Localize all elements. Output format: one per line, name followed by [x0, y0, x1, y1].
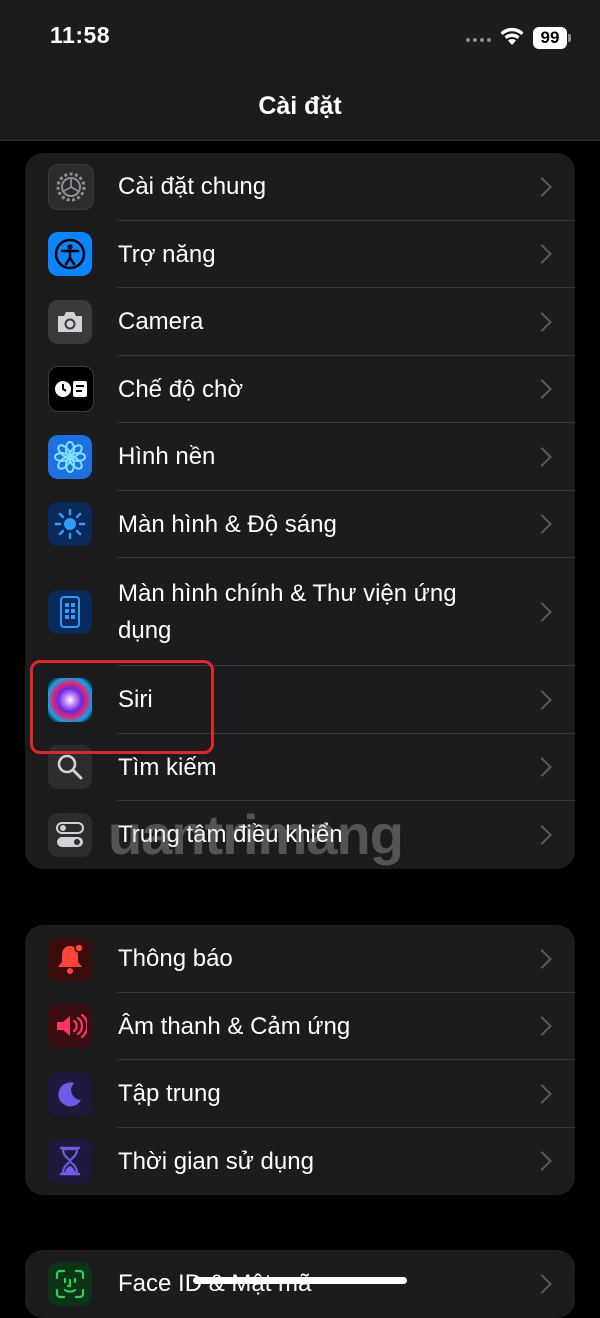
navigation-bar: Cài đặt [0, 80, 600, 141]
accessibility-icon [48, 232, 92, 277]
chevron-right-icon [532, 948, 552, 969]
hourglass-icon [48, 1139, 92, 1184]
settings-row-label: Thông báo [118, 945, 233, 973]
settings-row-label: Màn hình chính & Thư viện ứng dụng [118, 580, 457, 644]
chevron-right-icon [532, 244, 552, 265]
camera-icon [48, 299, 92, 344]
settings-row-label: Thời gian sử dụng [118, 1147, 314, 1175]
chevron-right-icon [532, 1151, 552, 1172]
page-title: Cài đặt [258, 92, 342, 120]
chevron-right-icon [532, 379, 552, 400]
watermark-logo: uantrimang [108, 803, 404, 866]
battery-indicator: 99 [533, 27, 567, 49]
settings-row-accessibility[interactable]: Trợ năng [25, 221, 575, 288]
chevron-right-icon [532, 311, 552, 332]
status-time: 11:58 [50, 22, 111, 48]
settings-group-general: Cài đặt chung Trợ năng Camera Chế độ chờ… [25, 153, 575, 869]
control-center-icon [48, 812, 92, 857]
settings-row-display-brightness[interactable]: Màn hình & Độ sáng [25, 491, 575, 558]
battery-cap [568, 34, 571, 42]
cellular-signal-icon [466, 38, 492, 44]
chevron-right-icon [532, 1016, 552, 1037]
chevron-right-icon [532, 1083, 552, 1104]
bell-icon [48, 936, 92, 981]
settings-row-general[interactable]: Cài đặt chung [25, 153, 575, 221]
settings-row-notifications[interactable]: Thông báo [25, 925, 575, 993]
settings-row-label: Cài đặt chung [118, 173, 267, 201]
chevron-right-icon [532, 1273, 552, 1294]
settings-row-standby[interactable]: Chế độ chờ [25, 356, 575, 423]
settings-row-screen-time[interactable]: Thời gian sử dụng [25, 1128, 575, 1196]
chevron-right-icon [532, 824, 552, 845]
standby-icon [48, 366, 94, 413]
settings-row-label: Camera [118, 308, 204, 336]
settings-row-label: Tìm kiếm [118, 753, 217, 781]
moon-icon [48, 1071, 92, 1116]
siri-highlight-box [30, 660, 214, 754]
settings-row-label: Màn hình & Độ sáng [118, 510, 337, 538]
settings-row-label: Trợ năng [118, 240, 216, 268]
chevron-right-icon [532, 602, 552, 622]
speaker-icon [48, 1004, 92, 1049]
settings-row-label: Chế độ chờ [118, 375, 244, 403]
chevron-right-icon [532, 757, 552, 778]
home-screen-icon [48, 590, 92, 634]
gear-icon [48, 163, 94, 210]
settings-group-notifications: Thông báo Âm thanh & Cảm ứng Tập trung T… [25, 925, 575, 1195]
status-bar: 11:58 99 [0, 0, 600, 80]
brightness-icon [48, 502, 92, 547]
wallpaper-flower-icon [48, 434, 92, 479]
chevron-right-icon [532, 446, 552, 467]
wifi-icon [500, 27, 524, 45]
home-indicator[interactable] [193, 1277, 407, 1284]
settings-row-label: Tập trung [118, 1080, 221, 1108]
settings-row-focus[interactable]: Tập trung [25, 1060, 575, 1128]
chevron-right-icon [532, 689, 552, 710]
settings-row-label: Hình nền [118, 443, 216, 471]
chevron-right-icon [532, 176, 552, 197]
settings-row-camera[interactable]: Camera [25, 288, 575, 356]
settings-row-wallpaper[interactable]: Hình nền [25, 423, 575, 491]
settings-row-sounds-haptics[interactable]: Âm thanh & Cảm ứng [25, 993, 575, 1060]
chevron-right-icon [532, 514, 552, 535]
face-id-icon [48, 1261, 92, 1306]
settings-row-home-screen[interactable]: Màn hình chính & Thư viện ứng dụng [25, 558, 575, 666]
settings-row-label: Âm thanh & Cảm ứng [118, 1012, 351, 1040]
